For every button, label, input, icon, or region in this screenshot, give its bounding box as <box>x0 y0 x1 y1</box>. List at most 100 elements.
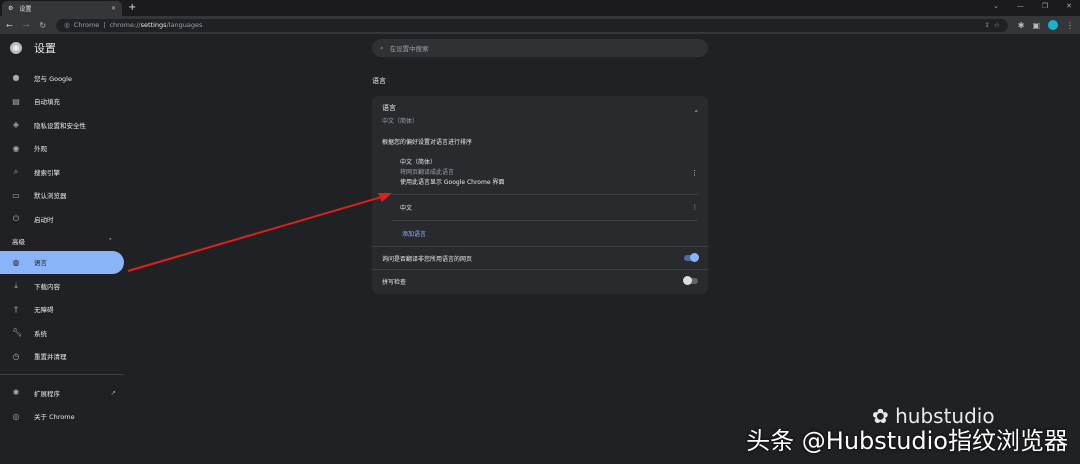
language-name: 中文 <box>400 205 413 212</box>
more-options-icon[interactable]: ⋮ <box>692 204 698 211</box>
wrench-icon: 🔧︎ <box>12 328 23 338</box>
search-icon: ⌕ <box>13 166 19 176</box>
power-icon: ⏻ <box>12 213 20 223</box>
tab-strip: ⚙ 设置 ✕ + ⌄ — ❐ ✕ <box>0 0 1080 16</box>
toolbar: ← → ↻ ◎ Chrome | chrome://settings/langua… <box>0 16 1080 34</box>
clipboard-icon: ▤ <box>12 96 20 106</box>
languages-collapse-header[interactable]: 语言 中文（简体） ˄ <box>372 96 708 133</box>
label: 无障碍 <box>34 306 54 315</box>
forward-button[interactable]: → <box>23 21 30 30</box>
spellcheck-row: 拼写检查 <box>372 269 708 292</box>
label: 隐私设置和安全性 <box>34 121 86 130</box>
more-options-icon[interactable]: ⋮ <box>691 169 698 177</box>
divider <box>0 374 124 375</box>
search-placeholder: 在设置中搜索 <box>389 45 429 53</box>
sidebar-item-downloads[interactable]: ⤓ 下载内容 <box>0 274 124 298</box>
translate-label: 询问是否翻译非您所用语言的网页 <box>382 255 473 263</box>
page-title: 设置 <box>34 42 56 55</box>
url-suffix: /languages <box>166 21 203 29</box>
label: 重置并清理 <box>34 353 67 362</box>
settings-header: 设置 ⌕ 在设置中搜索 <box>0 34 1080 62</box>
label: 启动时 <box>34 215 54 224</box>
shield-icon: ◈ <box>12 120 20 130</box>
chevron-up-icon: ˄ <box>108 236 112 245</box>
sidebar-item-on-startup[interactable]: ⏻ 启动时 <box>0 207 124 231</box>
sidebar-item-system[interactable]: 🔧︎ 系统 <box>0 321 124 345</box>
browser-icon: ▭ <box>12 190 20 200</box>
language-note: 使用此语言显示 Google Chrome 界面 <box>400 179 505 186</box>
maximize-button[interactable]: ❐ <box>1042 2 1048 10</box>
language-item: 中文 ⋮ <box>392 195 698 221</box>
chrome-icon: ◎ <box>64 21 70 29</box>
advanced-label: 高级 <box>12 237 25 246</box>
translate-row: 询问是否翻译非您所用语言的网页 <box>372 246 708 269</box>
language-note: 将网页翻译成此语言 <box>400 169 455 176</box>
sidebar-item-reset[interactable]: ◷ 重置并清理 <box>0 345 124 369</box>
address-bar[interactable]: ◎ Chrome | chrome://settings/languages ⇪ ☆ <box>56 18 1008 32</box>
tab-title: 设置 <box>19 6 32 13</box>
advanced-section-toggle[interactable]: 高级 ˄ <box>0 231 124 251</box>
share-icon[interactable]: ⇪ <box>984 21 989 29</box>
sidebar-item-default-browser[interactable]: ▭ 默认浏览器 <box>0 184 124 208</box>
sidebar: ● 您与 Google ▤ 自动填充 ◈ 隐私设置和安全性 ◉ 外观 ⌕ 搜索引擎 ▭ 默认… <box>0 66 124 428</box>
label: 默认浏览器 <box>34 192 67 201</box>
close-tab-icon[interactable]: ✕ <box>111 5 116 12</box>
back-button[interactable]: ← <box>6 21 13 30</box>
palette-icon: ◉ <box>12 143 20 153</box>
chrome-logo-icon <box>10 42 22 54</box>
chrome-icon: ◎ <box>12 411 20 421</box>
label: 下载内容 <box>34 282 60 291</box>
language-name: 中文（简体） <box>400 159 437 166</box>
accessibility-icon: † <box>14 304 18 314</box>
sidebar-item-about[interactable]: ◎ 关于 Chrome <box>0 405 124 429</box>
sidebar-item-extensions[interactable]: ✱ 扩展程序 ↗ <box>0 381 124 405</box>
person-icon: ● <box>12 73 20 83</box>
spellcheck-label: 拼写检查 <box>382 278 407 286</box>
sidebar-item-autofill[interactable]: ▤ 自动填充 <box>0 90 124 114</box>
label: 搜索引擎 <box>34 168 60 177</box>
side-panel-icon[interactable]: ▣ <box>1032 21 1040 30</box>
translate-toggle[interactable] <box>684 253 699 262</box>
sidebar-item-privacy[interactable]: ◈ 隐私设置和安全性 <box>0 113 124 137</box>
search-icon: ⌕ <box>380 43 384 52</box>
reload-button[interactable]: ↻ <box>39 21 46 30</box>
add-language-link[interactable]: 添加语言 <box>372 221 708 246</box>
new-tab-button[interactable]: + <box>128 2 136 13</box>
card-subtitle: 中文（简体） <box>382 118 419 125</box>
url-path: settings <box>140 21 167 29</box>
menu-icon[interactable]: ⋮ <box>1066 21 1074 30</box>
separator: | <box>103 21 106 29</box>
minimize-button[interactable]: — <box>1017 2 1024 10</box>
profile-avatar[interactable] <box>1048 20 1058 30</box>
spellcheck-toggle[interactable] <box>683 276 698 285</box>
label: 语言 <box>34 259 47 268</box>
bookmark-star-icon[interactable]: ☆ <box>994 21 1000 29</box>
sidebar-item-search-engine[interactable]: ⌕ 搜索引擎 <box>0 160 124 184</box>
settings-search-input[interactable]: ⌕ 在设置中搜索 <box>372 39 708 57</box>
label: 关于 Chrome <box>34 413 75 422</box>
label: 外观 <box>34 145 47 154</box>
external-link-icon: ↗ <box>110 388 116 397</box>
download-icon: ⤓ <box>14 280 18 290</box>
url: chrome://settings/languages <box>109 21 202 29</box>
close-window-button[interactable]: ✕ <box>1066 2 1072 10</box>
watermark-credit: 头条 @Hubstudio指纹浏览器 <box>746 427 1068 455</box>
language-item: 中文（简体） 将网页翻译成此语言 使用此语言显示 Google Chrome 界面 … <box>392 152 698 195</box>
globe-icon: ◍ <box>12 257 20 267</box>
tab-search-icon[interactable]: ⌄ <box>993 2 999 10</box>
section-heading: 语言 <box>372 77 386 85</box>
extensions-icon[interactable]: ✱ <box>1018 21 1025 30</box>
sidebar-item-appearance[interactable]: ◉ 外观 <box>0 137 124 161</box>
languages-section: 语言 语言 中文（简体） ˄ 根据您的偏好设置对语言进行排序 中文（简体） 将网页翻… <box>372 76 708 294</box>
url-prefix: chrome:// <box>109 21 141 29</box>
sidebar-item-languages[interactable]: ◍ 语言 <box>0 250 124 274</box>
order-label: 根据您的偏好设置对语言进行排序 <box>382 139 473 146</box>
card-title: 语言 <box>382 104 396 112</box>
languages-card: 语言 中文（简体） ˄ 根据您的偏好设置对语言进行排序 中文（简体） 将网页翻译成此… <box>372 96 708 294</box>
site-label: Chrome <box>73 21 100 29</box>
label: 系统 <box>34 329 47 338</box>
tab-settings[interactable]: ⚙ 设置 ✕ <box>2 1 122 16</box>
sidebar-item-accessibility[interactable]: † 无障碍 <box>0 298 124 322</box>
gear-icon: ⚙ <box>8 5 14 12</box>
sidebar-item-you-and-google[interactable]: ● 您与 Google <box>0 66 124 90</box>
